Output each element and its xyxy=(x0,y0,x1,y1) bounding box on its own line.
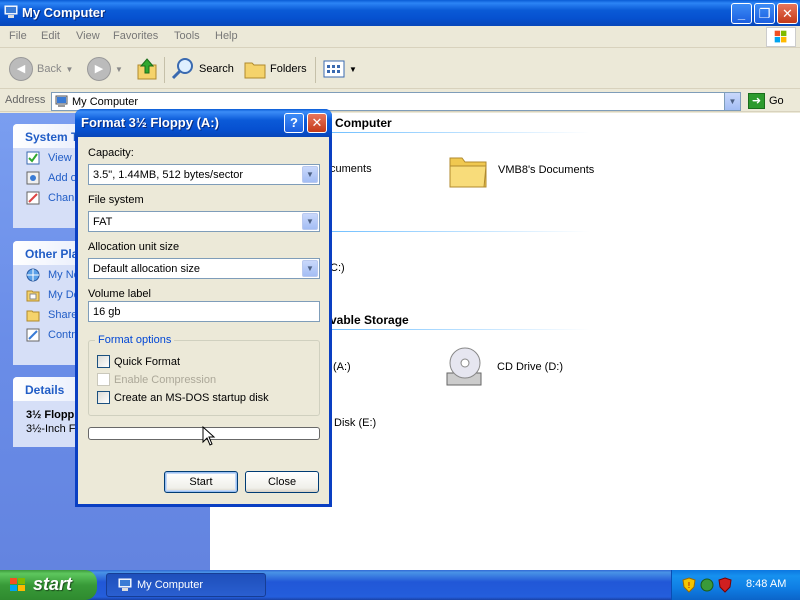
enable-compression-checkbox: Enable Compression xyxy=(97,373,216,386)
chevron-down-icon[interactable]: ▼ xyxy=(302,260,318,277)
go-arrow-icon: ➜ xyxy=(748,93,765,109)
mouse-cursor-icon xyxy=(202,426,216,446)
back-arrow-icon: ◀ xyxy=(9,57,33,81)
taskbar: start My Computer ! 8:48 AM xyxy=(0,570,800,600)
volume-label-input[interactable] xyxy=(93,303,319,320)
folders-icon xyxy=(244,62,266,79)
filesystem-select[interactable]: FAT ▼ xyxy=(88,211,320,232)
toolbar: ◀ Back ▼ ▶ ▼ Search Folders ▼ xyxy=(0,49,800,89)
folders-button[interactable]: Folders xyxy=(244,55,307,83)
menubar: File Edit View Favorites Tools Help xyxy=(0,26,800,48)
documents-icon xyxy=(26,290,40,302)
search-button[interactable]: Search xyxy=(171,55,234,83)
dialog-close-button[interactable]: ✕ xyxy=(307,113,327,133)
address-value: My Computer xyxy=(72,96,139,108)
quick-format-checkbox[interactable]: Quick Format xyxy=(97,355,180,368)
minimize-button[interactable]: _ xyxy=(731,3,752,24)
menu-tools[interactable]: Tools xyxy=(174,30,200,42)
disk-e-item[interactable]: Disk (E:) xyxy=(334,417,376,429)
go-button[interactable]: ➜ Go xyxy=(748,93,784,109)
msdos-startup-checkbox[interactable]: Create an MS-DOS startup disk xyxy=(97,391,269,404)
start-button[interactable]: start xyxy=(0,570,97,600)
computer-icon xyxy=(118,578,132,591)
views-dropdown-icon: ▼ xyxy=(349,64,357,74)
dialog-close-text-button[interactable]: Close xyxy=(245,471,319,493)
address-label: Address xyxy=(5,94,46,106)
toolbar-separator xyxy=(315,57,316,83)
start-label: start xyxy=(33,574,73,594)
network-icon xyxy=(26,268,40,282)
views-button[interactable]: ▼ xyxy=(323,55,357,83)
info-icon xyxy=(26,151,40,165)
network-tray-icon[interactable] xyxy=(700,577,714,593)
views-icon xyxy=(323,60,345,78)
menu-view[interactable]: View xyxy=(76,30,100,42)
start-button[interactable]: Start xyxy=(164,471,238,493)
add-remove-icon xyxy=(26,171,40,185)
chevron-down-icon[interactable]: ▼ xyxy=(302,213,318,230)
close-button[interactable]: ✕ xyxy=(777,3,798,24)
forward-dropdown-icon: ▼ xyxy=(115,64,123,74)
group-header-removable: vable Storage xyxy=(330,313,409,327)
window-titlebar[interactable]: My Computer _ ❐ ✕ xyxy=(0,0,800,26)
menu-help[interactable]: Help xyxy=(215,30,238,42)
search-icon xyxy=(171,58,193,80)
svg-text:!: ! xyxy=(687,581,690,590)
address-dropdown-icon[interactable]: ▼ xyxy=(724,93,740,110)
cd-drive-d-item[interactable]: CD Drive (D:) xyxy=(443,345,563,389)
up-folder-button[interactable] xyxy=(136,55,158,83)
volume-label-field[interactable] xyxy=(88,301,320,322)
menu-favorites[interactable]: Favorites xyxy=(113,30,158,42)
group-divider xyxy=(330,329,590,330)
maximize-button[interactable]: ❐ xyxy=(754,3,775,24)
format-options-group: Format options Quick Format Enable Compr… xyxy=(88,334,320,416)
chevron-down-icon[interactable]: ▼ xyxy=(302,166,318,183)
filesystem-label: File system xyxy=(88,194,144,206)
format-options-title: Format options xyxy=(95,334,175,346)
capacity-label: Capacity: xyxy=(88,147,134,159)
control-panel-icon xyxy=(26,328,40,342)
dialog-titlebar[interactable]: Format 3½ Floppy (A:) ? ✕ xyxy=(75,109,332,137)
folder-icon xyxy=(449,157,487,188)
group-divider xyxy=(330,132,590,133)
forward-button[interactable]: ▶ ▼ xyxy=(87,55,123,83)
toolbar-separator xyxy=(164,57,165,83)
clock[interactable]: 8:48 AM xyxy=(746,578,786,590)
checkbox-icon xyxy=(97,373,110,386)
folder-icon xyxy=(26,310,40,322)
computer-icon xyxy=(4,5,18,18)
windows-flag-icon xyxy=(10,578,25,591)
security-shield-icon[interactable]: ! xyxy=(682,577,696,593)
back-dropdown-icon: ▼ xyxy=(65,64,74,74)
control-panel-icon xyxy=(26,191,40,205)
capacity-select[interactable]: 3.5", 1.44MB, 512 bytes/sector ▼ xyxy=(88,164,320,185)
system-tray: ! 8:48 AM xyxy=(671,570,800,600)
cd-drive-icon xyxy=(446,347,482,386)
dialog-title: Format 3½ Floppy (A:) xyxy=(81,115,219,130)
floppy-a-item[interactable]: (A:) xyxy=(333,361,351,373)
windows-logo-icon xyxy=(766,27,796,47)
allocation-label: Allocation unit size xyxy=(88,241,180,253)
checkbox-icon xyxy=(97,391,110,404)
up-folder-icon xyxy=(137,58,157,80)
checkbox-icon xyxy=(97,355,110,368)
back-button[interactable]: ◀ Back ▼ xyxy=(9,55,73,83)
allocation-select[interactable]: Default allocation size ▼ xyxy=(88,258,320,279)
help-button[interactable]: ? xyxy=(284,113,304,133)
computer-icon xyxy=(55,95,68,107)
taskbar-my-computer[interactable]: My Computer xyxy=(106,573,266,597)
forward-arrow-icon: ▶ xyxy=(87,57,111,81)
group-divider xyxy=(330,231,590,232)
local-disk-c-item[interactable]: C:) xyxy=(330,262,345,274)
format-dialog: Format 3½ Floppy (A:) ? ✕ Capacity: 3.5"… xyxy=(75,109,332,507)
alert-shield-icon[interactable] xyxy=(718,577,732,593)
vmb8-documents-item[interactable]: VMB8's Documents xyxy=(448,150,594,190)
volume-label-label: Volume label xyxy=(88,288,151,300)
group-header-files: Computer xyxy=(335,116,392,130)
menu-file[interactable]: File xyxy=(9,30,27,42)
window-title: My Computer xyxy=(22,5,106,20)
menu-edit[interactable]: Edit xyxy=(41,30,60,42)
shared-documents-item[interactable]: cuments xyxy=(330,163,372,175)
